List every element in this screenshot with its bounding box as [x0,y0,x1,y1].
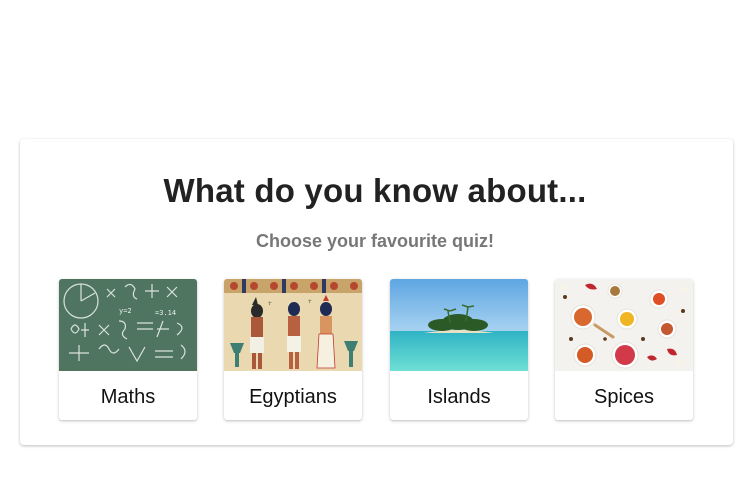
quiz-card-islands[interactable]: Islands [390,279,528,420]
svg-text:y=2: y=2 [119,307,132,315]
svg-text:☥: ☥ [308,299,312,305]
quiz-card-label: Islands [427,386,491,408]
spice-bowls-image [555,279,693,371]
tropical-island-image [390,279,528,371]
quiz-card-maths[interactable]: =3.14 y=2 Maths [59,279,197,420]
quiz-card-spices[interactable]: Spices [555,279,693,420]
svg-text:☥: ☥ [268,301,272,307]
svg-text:=3.14: =3.14 [155,309,176,317]
egyptian-mural-image: ☥ ☥ [224,279,362,371]
quiz-card-label: Egyptians [249,386,337,408]
quiz-card-egyptians[interactable]: ☥ ☥ Egyptians [224,279,362,420]
page-subtitle: Choose your favourite quiz! [255,231,495,251]
page-title: What do you know about... [163,172,587,209]
chalkboard-math-image: =3.14 y=2 [59,279,197,371]
quiz-card-label: Maths [100,386,156,408]
quiz-card-label: Spices [593,386,655,408]
